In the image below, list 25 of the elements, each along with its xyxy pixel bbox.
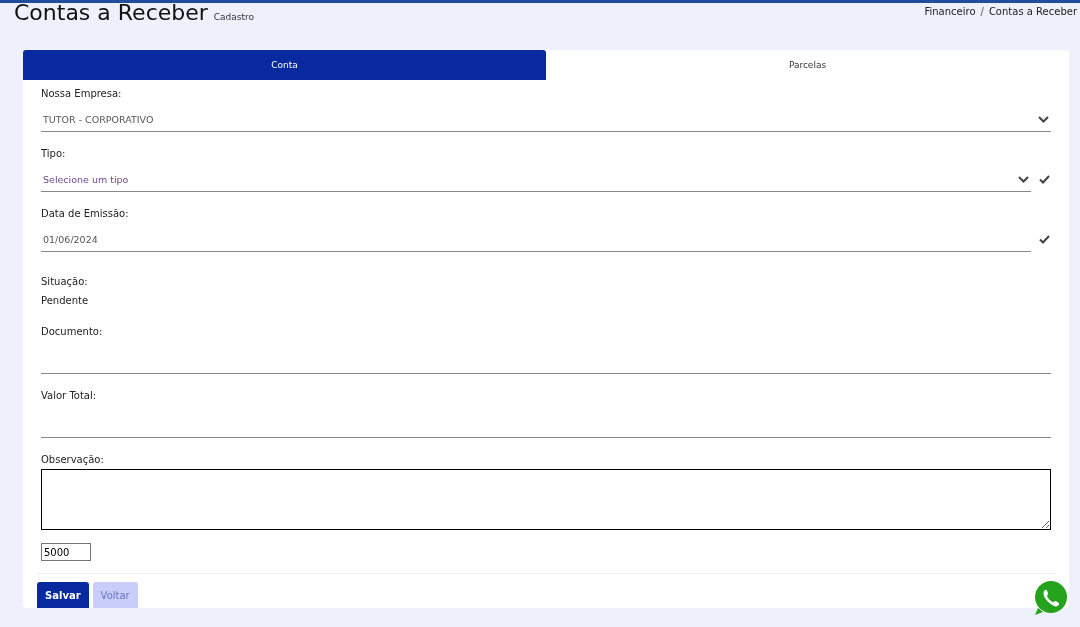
breadcrumb-separator: / [980,6,984,17]
field-label: Nossa Empresa: [41,88,123,99]
chevron-down-icon [1038,115,1049,123]
field-label: Valor Total: [41,390,98,401]
field-label: Tipo: [41,148,67,159]
check-icon [1039,175,1050,184]
page-title: Contas a Receber [14,0,208,25]
breadcrumb-link[interactable]: Contas a Receber [988,6,1077,17]
form-button[interactable]: Salvar [37,582,89,608]
field-label: Data de Emissão: [41,208,130,219]
breadcrumb-link[interactable]: Financeiro [924,6,976,17]
status-text: Pendente [41,295,90,306]
field-label: Observação: [41,454,105,465]
chevron-down-icon [1018,175,1029,183]
select-field[interactable]: Selecione um tipo [41,167,1031,192]
check-icon [1039,235,1050,244]
date-field[interactable]: 01/06/2024 [41,227,1031,252]
field-label: Documento: [41,326,104,337]
page-subtitle: Cadastro [213,12,255,22]
select-field[interactable]: TUTOR - CORPORATIVO [41,107,1051,132]
textarea-field[interactable] [41,469,1051,530]
character-counter[interactable]: 5000 [41,543,91,561]
field-label: Situação: [41,276,89,287]
chat-bubble-icon[interactable] [1033,580,1069,616]
tab[interactable]: Conta [23,50,546,80]
